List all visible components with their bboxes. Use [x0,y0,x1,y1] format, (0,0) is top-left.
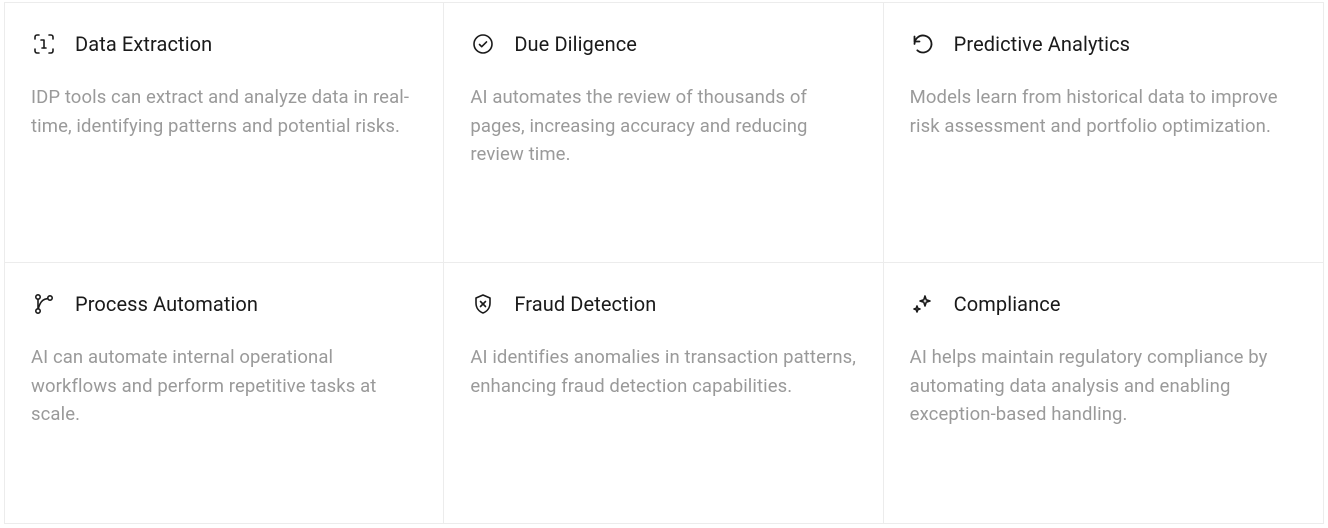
scan-text-icon [31,31,57,57]
git-branch-icon [31,291,57,317]
check-circle-icon [470,31,496,57]
card-title: Process Automation [75,292,258,316]
refresh-icon [910,31,936,57]
card-description: Models learn from historical data to imp… [910,83,1297,140]
card-header: Due Diligence [470,31,856,57]
card-description: AI helps maintain regulatory compliance … [910,343,1297,429]
card-predictive-analytics: Predictive Analytics Models learn from h… [884,3,1323,263]
card-description: AI identifies anomalies in transaction p… [470,343,856,400]
card-compliance: Compliance AI helps maintain regulatory … [884,263,1323,523]
card-description: AI can automate internal operational wor… [31,343,417,429]
sparkles-icon [910,291,936,317]
card-title: Compliance [954,292,1061,316]
card-description: AI automates the review of thousands of … [470,83,856,169]
card-header: Data Extraction [31,31,417,57]
card-header: Fraud Detection [470,291,856,317]
feature-grid: Data Extraction IDP tools can extract an… [4,2,1324,524]
card-title: Due Diligence [514,32,637,56]
card-process-automation: Process Automation AI can automate inter… [5,263,444,523]
card-fraud-detection: Fraud Detection AI identifies anomalies … [444,263,883,523]
card-header: Process Automation [31,291,417,317]
card-title: Predictive Analytics [954,32,1130,56]
card-due-diligence: Due Diligence AI automates the review of… [444,3,883,263]
card-header: Predictive Analytics [910,31,1297,57]
card-header: Compliance [910,291,1297,317]
shield-x-icon [470,291,496,317]
card-data-extraction: Data Extraction IDP tools can extract an… [5,3,444,263]
card-title: Fraud Detection [514,292,656,316]
card-title: Data Extraction [75,32,212,56]
card-description: IDP tools can extract and analyze data i… [31,83,417,140]
